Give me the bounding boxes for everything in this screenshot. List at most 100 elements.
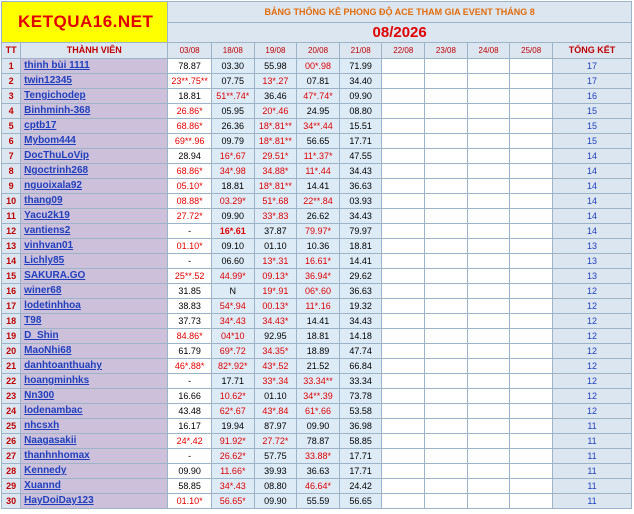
empty-cell[interactable] xyxy=(381,73,426,89)
score-cell[interactable]: 34.88* xyxy=(253,163,298,179)
empty-cell[interactable] xyxy=(381,358,426,374)
score-cell[interactable]: 66.84 xyxy=(338,358,383,374)
score-cell[interactable]: 58.85 xyxy=(338,433,383,449)
empty-cell[interactable] xyxy=(424,223,468,239)
score-cell[interactable]: 55.98 xyxy=(253,58,298,74)
member-link[interactable]: MaoNhi68 xyxy=(20,343,169,359)
site-logo[interactable]: KETQUA16.NET xyxy=(0,1,169,43)
empty-cell[interactable] xyxy=(424,73,468,89)
empty-cell[interactable] xyxy=(509,328,553,344)
empty-cell[interactable] xyxy=(424,253,468,269)
score-cell[interactable]: 16*.61 xyxy=(210,223,255,239)
member-link[interactable]: Lichly85 xyxy=(20,253,169,269)
empty-cell[interactable] xyxy=(381,328,426,344)
empty-cell[interactable] xyxy=(381,448,426,464)
score-cell[interactable]: 01.10* xyxy=(167,238,212,254)
score-cell[interactable]: 27.72* xyxy=(253,433,298,449)
member-link[interactable]: hoangminhks xyxy=(20,373,169,389)
score-cell[interactable]: 21.52 xyxy=(296,358,340,374)
empty-cell[interactable] xyxy=(509,418,553,434)
empty-cell[interactable] xyxy=(509,178,553,194)
empty-cell[interactable] xyxy=(424,463,468,479)
empty-cell[interactable] xyxy=(466,133,511,149)
score-cell[interactable]: 14.18 xyxy=(338,328,383,344)
empty-cell[interactable] xyxy=(466,313,511,329)
score-cell[interactable]: 36.63 xyxy=(338,283,383,299)
empty-cell[interactable] xyxy=(381,478,426,494)
score-cell[interactable]: 47.74 xyxy=(338,343,383,359)
empty-cell[interactable] xyxy=(509,373,553,389)
score-cell[interactable]: 29.51* xyxy=(253,148,298,164)
empty-cell[interactable] xyxy=(466,73,511,89)
score-cell[interactable]: 18.89 xyxy=(296,343,340,359)
empty-cell[interactable] xyxy=(509,358,553,374)
empty-cell[interactable] xyxy=(381,238,426,254)
score-cell[interactable]: 78.87 xyxy=(167,58,212,74)
score-cell[interactable]: 18*.81** xyxy=(253,133,298,149)
empty-cell[interactable] xyxy=(509,268,553,284)
empty-cell[interactable] xyxy=(381,388,426,404)
empty-cell[interactable] xyxy=(466,403,511,419)
member-link[interactable]: cptb17 xyxy=(20,118,169,134)
score-cell[interactable]: 36.46 xyxy=(253,88,298,104)
member-link[interactable]: winer68 xyxy=(20,283,169,299)
score-cell[interactable]: 19*.91 xyxy=(253,283,298,299)
score-cell[interactable]: 78.87 xyxy=(296,433,340,449)
empty-cell[interactable] xyxy=(424,448,468,464)
score-cell[interactable]: 13*.31 xyxy=(253,253,298,269)
empty-cell[interactable] xyxy=(509,343,553,359)
score-cell[interactable]: 09.79 xyxy=(210,133,255,149)
empty-cell[interactable] xyxy=(466,493,511,509)
empty-cell[interactable] xyxy=(381,58,426,74)
empty-cell[interactable] xyxy=(381,403,426,419)
empty-cell[interactable] xyxy=(424,388,468,404)
empty-cell[interactable] xyxy=(466,103,511,119)
score-cell[interactable]: 24.42 xyxy=(338,478,383,494)
empty-cell[interactable] xyxy=(424,283,468,299)
score-cell[interactable]: 14.41 xyxy=(338,253,383,269)
score-cell[interactable]: 18.81 xyxy=(296,328,340,344)
empty-cell[interactable] xyxy=(466,433,511,449)
score-cell[interactable]: 19.94 xyxy=(210,418,255,434)
score-cell[interactable]: 08.80 xyxy=(338,103,383,119)
empty-cell[interactable] xyxy=(466,208,511,224)
score-cell[interactable]: 46*.88* xyxy=(167,358,212,374)
score-cell[interactable]: 92.95 xyxy=(253,328,298,344)
empty-cell[interactable] xyxy=(509,313,553,329)
empty-cell[interactable] xyxy=(509,133,553,149)
score-cell[interactable]: 03.93 xyxy=(338,193,383,209)
score-cell[interactable]: 33.34** xyxy=(296,373,340,389)
score-cell[interactable]: 14.41 xyxy=(296,178,340,194)
score-cell[interactable]: 16*.67 xyxy=(210,148,255,164)
member-link[interactable]: vinhvan01 xyxy=(20,238,169,254)
member-link[interactable]: DocThuLoVip xyxy=(20,148,169,164)
score-cell[interactable]: 10.36 xyxy=(296,238,340,254)
score-cell[interactable]: 08.88* xyxy=(167,193,212,209)
member-link[interactable]: thanhnhomax xyxy=(20,448,169,464)
score-cell[interactable]: 36.98 xyxy=(338,418,383,434)
member-link[interactable]: Binhminh-368 xyxy=(20,103,169,119)
score-cell[interactable]: 18.81 xyxy=(167,88,212,104)
score-cell[interactable]: 47.55 xyxy=(338,148,383,164)
score-cell[interactable]: 09.13* xyxy=(253,268,298,284)
member-link[interactable]: Kennedy xyxy=(20,463,169,479)
score-cell[interactable]: 61.79 xyxy=(167,343,212,359)
score-cell[interactable]: 11.66* xyxy=(210,463,255,479)
score-cell[interactable]: 57.75 xyxy=(253,448,298,464)
empty-cell[interactable] xyxy=(509,118,553,134)
empty-cell[interactable] xyxy=(424,328,468,344)
empty-cell[interactable] xyxy=(381,223,426,239)
score-cell[interactable]: 51**.74* xyxy=(210,88,255,104)
score-cell[interactable]: 47*.74* xyxy=(296,88,340,104)
score-cell[interactable]: 11*.44 xyxy=(296,163,340,179)
member-link[interactable]: D_Shin xyxy=(20,328,169,344)
score-cell[interactable]: 26.36 xyxy=(210,118,255,134)
score-cell[interactable]: 09.90 xyxy=(253,493,298,509)
score-cell[interactable]: 73.78 xyxy=(338,388,383,404)
empty-cell[interactable] xyxy=(509,493,553,509)
score-cell[interactable]: 82*.92* xyxy=(210,358,255,374)
score-cell[interactable]: 07.81 xyxy=(296,73,340,89)
score-cell[interactable]: 01.10 xyxy=(253,388,298,404)
empty-cell[interactable] xyxy=(381,103,426,119)
score-cell[interactable]: 20*.46 xyxy=(253,103,298,119)
